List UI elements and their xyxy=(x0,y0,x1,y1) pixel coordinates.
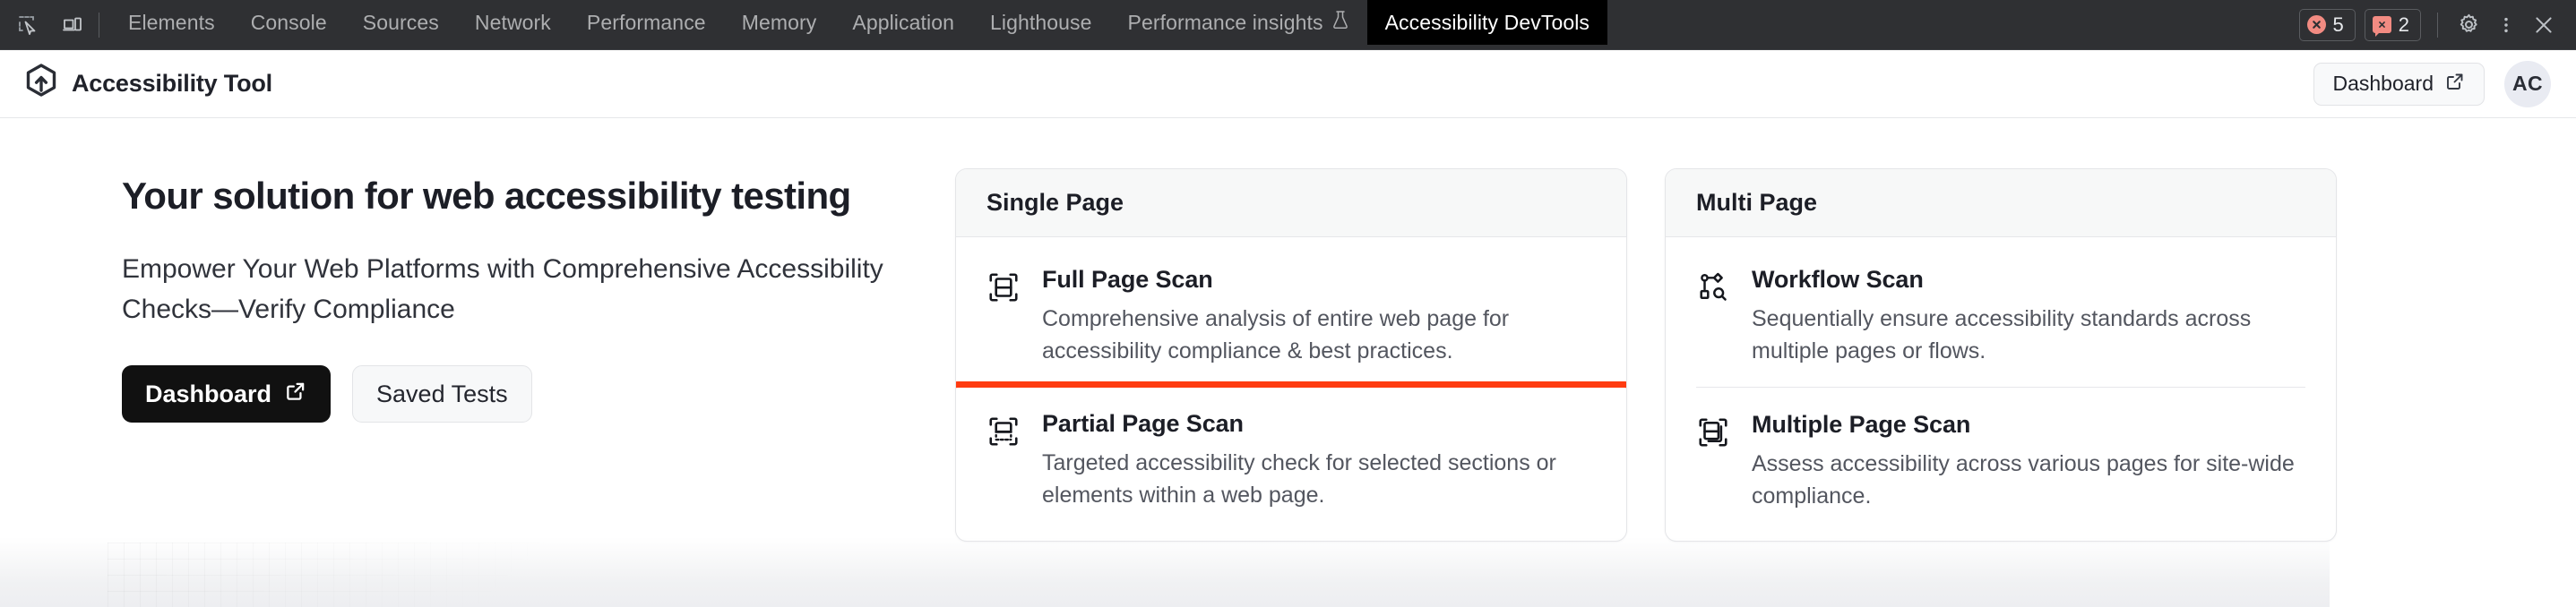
hero-dashboard-button[interactable]: Dashboard xyxy=(122,365,331,423)
scan-option-description: Targeted accessibility check for selecte… xyxy=(1042,448,1596,511)
main-content: Your solution for web accessibility test… xyxy=(0,118,2576,607)
tab-network[interactable]: Network xyxy=(457,0,569,45)
external-link-icon xyxy=(2444,71,2466,98)
settings-gear-icon[interactable] xyxy=(2451,7,2486,43)
partial-page-scan-icon xyxy=(986,410,1022,511)
scan-option-text: Full Page Scan Comprehensive analysis of… xyxy=(1042,266,1596,367)
devtools-left-icons xyxy=(0,0,88,49)
tab-label: Accessibility DevTools xyxy=(1385,11,1590,35)
scan-option-title: Full Page Scan xyxy=(1042,266,1596,294)
card-header-multi-page: Multi Page xyxy=(1666,169,2336,237)
more-options-icon[interactable] xyxy=(2488,7,2524,43)
error-counter[interactable]: 5 xyxy=(2299,9,2356,41)
tab-accessibility-devtools[interactable]: Accessibility DevTools xyxy=(1367,0,1607,45)
scan-option-title: Workflow Scan xyxy=(1752,266,2305,294)
scan-option-full-page-scan[interactable]: Full Page Scan Comprehensive analysis of… xyxy=(956,243,1626,387)
inspect-element-icon[interactable] xyxy=(13,10,43,40)
error-count-label: 5 xyxy=(2333,13,2344,37)
multiple-page-scan-icon xyxy=(1696,411,1732,512)
tab-performance-insights[interactable]: Performance insights xyxy=(1110,0,1367,45)
tab-lighthouse[interactable]: Lighthouse xyxy=(972,0,1110,45)
hero-heading: Your solution for web accessibility test… xyxy=(122,174,950,218)
scan-option-workflow-scan[interactable]: Workflow Scan Sequentially ensure access… xyxy=(1666,243,2336,387)
hero-dashboard-label: Dashboard xyxy=(145,380,271,408)
devtools-toolbar: Elements Console Sources Network Perform… xyxy=(0,0,2576,50)
hero-section: Your solution for web accessibility test… xyxy=(0,168,950,423)
page-title: Accessibility Tool xyxy=(72,70,272,98)
external-link-icon xyxy=(284,380,307,409)
scan-option-text: Partial Page Scan Targeted accessibility… xyxy=(1042,410,1596,511)
card-body-single-page: Full Page Scan Comprehensive analysis of… xyxy=(956,237,1626,540)
workflow-scan-icon xyxy=(1696,266,1732,367)
scan-option-title: Partial Page Scan xyxy=(1042,410,1596,438)
flask-icon xyxy=(1331,10,1349,35)
scan-option-multiple-page-scan[interactable]: Multiple Page Scan Assess accessibility … xyxy=(1666,388,2336,532)
avatar-initials: AC xyxy=(2512,72,2543,96)
tab-label: Performance xyxy=(587,11,706,35)
tab-console[interactable]: Console xyxy=(233,0,345,45)
tab-label: Lighthouse xyxy=(990,11,1092,35)
tab-label: Console xyxy=(251,11,327,35)
header-dashboard-label: Dashboard xyxy=(2332,72,2434,96)
warning-counter[interactable]: 2 xyxy=(2365,9,2421,41)
brand: Accessibility Tool xyxy=(23,63,272,105)
close-icon[interactable] xyxy=(2526,7,2562,43)
tab-label: Application xyxy=(852,11,954,35)
app-header: Accessibility Tool Dashboard AC xyxy=(0,50,2576,118)
devtools-tab-list: Elements Console Sources Network Perform… xyxy=(110,0,1607,49)
issue-counters: 5 2 xyxy=(2299,9,2422,41)
actions-divider xyxy=(2437,13,2438,38)
scan-option-text: Workflow Scan Sequentially ensure access… xyxy=(1752,266,2305,367)
error-icon xyxy=(2307,15,2326,34)
tab-memory[interactable]: Memory xyxy=(724,0,835,45)
device-toolbar-icon[interactable] xyxy=(57,10,88,40)
scan-options: Single Page Full Page xyxy=(955,168,2337,542)
partial-page-scan-wrapper: Partial Page Scan Targeted accessibility… xyxy=(956,387,1626,531)
scan-option-description: Sequentially ensure accessibility standa… xyxy=(1752,304,2305,367)
scan-option-partial-page-scan[interactable]: Partial Page Scan Targeted accessibility… xyxy=(956,387,1626,531)
bottom-gradient xyxy=(0,537,2330,607)
card-header-single-page: Single Page xyxy=(956,169,1626,237)
scan-option-description: Assess accessibility across various page… xyxy=(1752,449,2305,512)
header-actions: Dashboard AC xyxy=(2313,61,2551,107)
tab-sources[interactable]: Sources xyxy=(345,0,457,45)
card-multi-page: Multi Page xyxy=(1665,168,2337,542)
warning-count-label: 2 xyxy=(2399,13,2409,37)
card-single-page: Single Page Full Page xyxy=(955,168,1627,542)
saved-tests-button[interactable]: Saved Tests xyxy=(352,365,532,423)
saved-tests-label: Saved Tests xyxy=(376,380,508,408)
devtools-right-actions: 5 2 xyxy=(2299,0,2576,49)
scan-option-text: Multiple Page Scan Assess accessibility … xyxy=(1752,411,2305,512)
accessibility-hexagon-logo xyxy=(23,63,59,105)
tab-label: Sources xyxy=(363,11,439,35)
tab-label: Memory xyxy=(742,11,817,35)
card-body-multi-page: Workflow Scan Sequentially ensure access… xyxy=(1666,237,2336,541)
issue-message-icon xyxy=(2373,16,2391,33)
avatar[interactable]: AC xyxy=(2504,61,2551,107)
tab-label: Performance insights xyxy=(1128,11,1323,35)
hero-subheading: Empower Your Web Platforms with Comprehe… xyxy=(122,249,950,329)
tab-label: Elements xyxy=(128,11,215,35)
header-dashboard-button[interactable]: Dashboard xyxy=(2313,63,2485,106)
tab-application[interactable]: Application xyxy=(834,0,972,45)
tab-label: Network xyxy=(475,11,551,35)
full-page-scan-icon xyxy=(986,266,1022,367)
hero-actions: Dashboard Saved Tests xyxy=(122,365,950,423)
tab-elements[interactable]: Elements xyxy=(110,0,233,45)
scan-option-description: Comprehensive analysis of entire web pag… xyxy=(1042,304,1596,367)
decorative-grid-pattern xyxy=(108,543,788,607)
scan-option-title: Multiple Page Scan xyxy=(1752,411,2305,439)
tab-performance[interactable]: Performance xyxy=(569,0,724,45)
